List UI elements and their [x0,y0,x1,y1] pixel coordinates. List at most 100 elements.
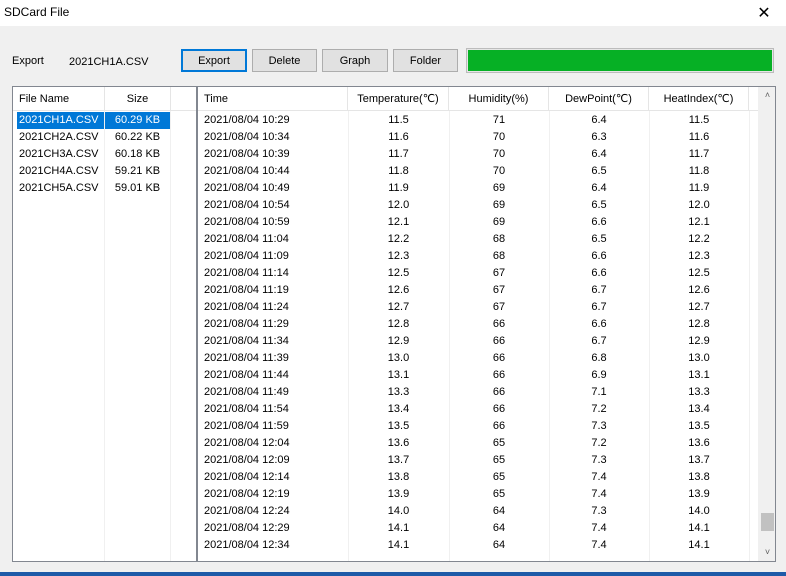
table-row[interactable]: 2021/08/04 11:54 13.4 66 7.2 13.4 [198,401,758,418]
table-row[interactable]: 2021/08/04 12:34 14.1 64 7.4 14.1 [198,537,758,554]
scroll-thumb[interactable] [761,513,774,532]
file-size-cell: 60.22 KB [114,131,161,143]
time-cell: 2021/08/04 10:29 [204,114,290,126]
graph-button[interactable]: Graph [322,49,388,72]
heatindex-cell: 12.1 [688,216,710,228]
file-row[interactable]: 2021CH3A.CSV 60.18 KB [13,146,196,163]
table-row[interactable]: 2021/08/04 11:34 12.9 66 6.7 12.9 [198,333,758,350]
file-row[interactable]: 2021CH1A.CSV 60.29 KB [13,112,196,129]
heatindex-cell: 11.5 [688,114,710,126]
column-header-size[interactable]: Size [105,87,171,111]
humidity-cell: 65 [492,454,506,466]
table-row[interactable]: 2021/08/04 10:49 11.9 69 6.4 11.9 [198,180,758,197]
temperature-cell: 14.0 [387,505,410,517]
heatindex-cell: 13.3 [688,386,710,398]
dewpoint-cell: 7.1 [591,386,607,398]
temperature-cell: 11.6 [388,131,409,143]
scroll-down-icon[interactable]: ˅ [759,544,775,561]
time-cell: 2021/08/04 11:54 [204,403,289,415]
table-row[interactable]: 2021/08/04 10:44 11.8 70 6.5 11.8 [198,163,758,180]
temperature-cell: 13.5 [387,420,410,432]
temperature-cell: 13.3 [387,386,410,398]
file-row[interactable]: 2021CH5A.CSV 59.01 KB [13,180,196,197]
humidity-cell: 66 [492,335,506,347]
column-header-humidity[interactable]: Humidity(%) [449,87,549,111]
column-header-dewpoint[interactable]: DewPoint(℃) [549,87,649,111]
table-row[interactable]: 2021/08/04 10:29 11.5 71 6.4 11.5 [198,112,758,129]
temperature-cell: 12.2 [387,233,410,245]
table-row[interactable]: 2021/08/04 12:14 13.8 65 7.4 13.8 [198,469,758,486]
column-header-temperature[interactable]: Temperature(℃) [348,87,449,111]
table-row[interactable]: 2021/08/04 12:24 14.0 64 7.3 14.0 [198,503,758,520]
table-row[interactable]: 2021/08/04 11:19 12.6 67 6.7 12.6 [198,282,758,299]
column-header-file-name[interactable]: File Name [13,87,105,111]
scroll-up-icon[interactable]: ˄ [759,87,775,104]
table-row[interactable]: 2021/08/04 12:04 13.6 65 7.2 13.6 [198,435,758,452]
temperature-cell: 12.5 [387,267,410,279]
close-icon[interactable]: ✕ [742,0,786,26]
export-button[interactable]: Export [181,49,247,72]
humidity-cell: 65 [492,488,506,500]
heatindex-cell: 12.2 [688,233,710,245]
table-row[interactable]: 2021/08/04 11:24 12.7 67 6.7 12.7 [198,299,758,316]
time-cell: 2021/08/04 12:04 [204,437,290,449]
folder-button[interactable]: Folder [393,49,458,72]
file-name-cell: 2021CH2A.CSV [19,131,99,143]
heatindex-cell: 11.9 [688,182,710,194]
humidity-cell: 69 [492,216,506,228]
window-title: SDCard File [4,5,70,19]
table-row[interactable]: 2021/08/04 11:44 13.1 66 6.9 13.1 [198,367,758,384]
file-list[interactable]: File Name Size 2021CH1A.CSV 60.29 KB 2021C… [12,86,197,562]
column-header-heatindex[interactable]: HeatIndex(℃) [649,87,749,111]
humidity-cell: 64 [492,505,506,517]
table-row[interactable]: 2021/08/04 11:09 12.3 68 6.6 12.3 [198,248,758,265]
file-size-cell: 59.21 KB [114,165,161,177]
table-row[interactable]: 2021/08/04 12:29 14.1 64 7.4 14.1 [198,520,758,537]
table-row[interactable]: 2021/08/04 10:54 12.0 69 6.5 12.0 [198,197,758,214]
sdcard-file-window: SDCard File ✕ Export 2021CH1A.CSV Export… [0,0,786,576]
dewpoint-cell: 6.3 [591,131,607,143]
heatindex-cell: 12.5 [688,267,710,279]
table-row[interactable]: 2021/08/04 11:49 13.3 66 7.1 13.3 [198,384,758,401]
dewpoint-cell: 6.7 [591,284,607,296]
table-row[interactable]: 2021/08/04 11:14 12.5 67 6.6 12.5 [198,265,758,282]
dewpoint-cell: 7.3 [591,505,607,517]
temperature-cell: 13.9 [387,488,410,500]
temperature-cell: 13.8 [387,471,410,483]
table-row[interactable]: 2021/08/04 10:39 11.7 70 6.4 11.7 [198,146,758,163]
table-row[interactable]: 2021/08/04 12:09 13.7 65 7.3 13.7 [198,452,758,469]
delete-button[interactable]: Delete [252,49,317,72]
temperature-cell: 13.0 [387,352,410,364]
heatindex-cell: 11.7 [688,148,710,160]
heatindex-cell: 11.8 [688,165,710,177]
column-header-time[interactable]: Time [198,87,348,111]
temperature-cell: 13.4 [387,403,410,415]
table-row[interactable]: 2021/08/04 11:59 13.5 66 7.3 13.5 [198,418,758,435]
table-row[interactable]: 2021/08/04 12:19 13.9 65 7.4 13.9 [198,486,758,503]
table-row[interactable]: 2021/08/04 11:39 13.0 66 6.8 13.0 [198,350,758,367]
vertical-scrollbar[interactable]: ˄ ˅ [758,87,775,561]
humidity-cell: 69 [492,182,506,194]
time-cell: 2021/08/04 12:24 [204,505,290,517]
temperature-cell: 12.7 [387,301,410,313]
file-list-header: File Name Size [13,87,196,111]
column-header-filler [171,87,196,111]
export-progress-bar [466,48,774,73]
humidity-cell: 66 [492,420,506,432]
heatindex-cell: 13.5 [688,420,710,432]
export-filename: 2021CH1A.CSV [69,56,149,68]
table-row[interactable]: 2021/08/04 11:29 12.8 66 6.6 12.8 [198,316,758,333]
time-cell: 2021/08/04 10:39 [204,148,290,160]
data-table[interactable]: Time Temperature(℃) Humidity(%) DewPoint… [197,86,776,562]
temperature-cell: 11.5 [388,114,409,126]
time-cell: 2021/08/04 11:34 [204,335,289,347]
table-row[interactable]: 2021/08/04 10:34 11.6 70 6.3 11.6 [198,129,758,146]
table-row[interactable]: 2021/08/04 11:04 12.2 68 6.5 12.2 [198,231,758,248]
dewpoint-cell: 6.8 [591,352,607,364]
dewpoint-cell: 7.4 [591,488,607,500]
humidity-cell: 68 [492,233,506,245]
time-cell: 2021/08/04 11:39 [204,352,289,364]
file-row[interactable]: 2021CH2A.CSV 60.22 KB [13,129,196,146]
table-row[interactable]: 2021/08/04 10:59 12.1 69 6.6 12.1 [198,214,758,231]
file-row[interactable]: 2021CH4A.CSV 59.21 KB [13,163,196,180]
